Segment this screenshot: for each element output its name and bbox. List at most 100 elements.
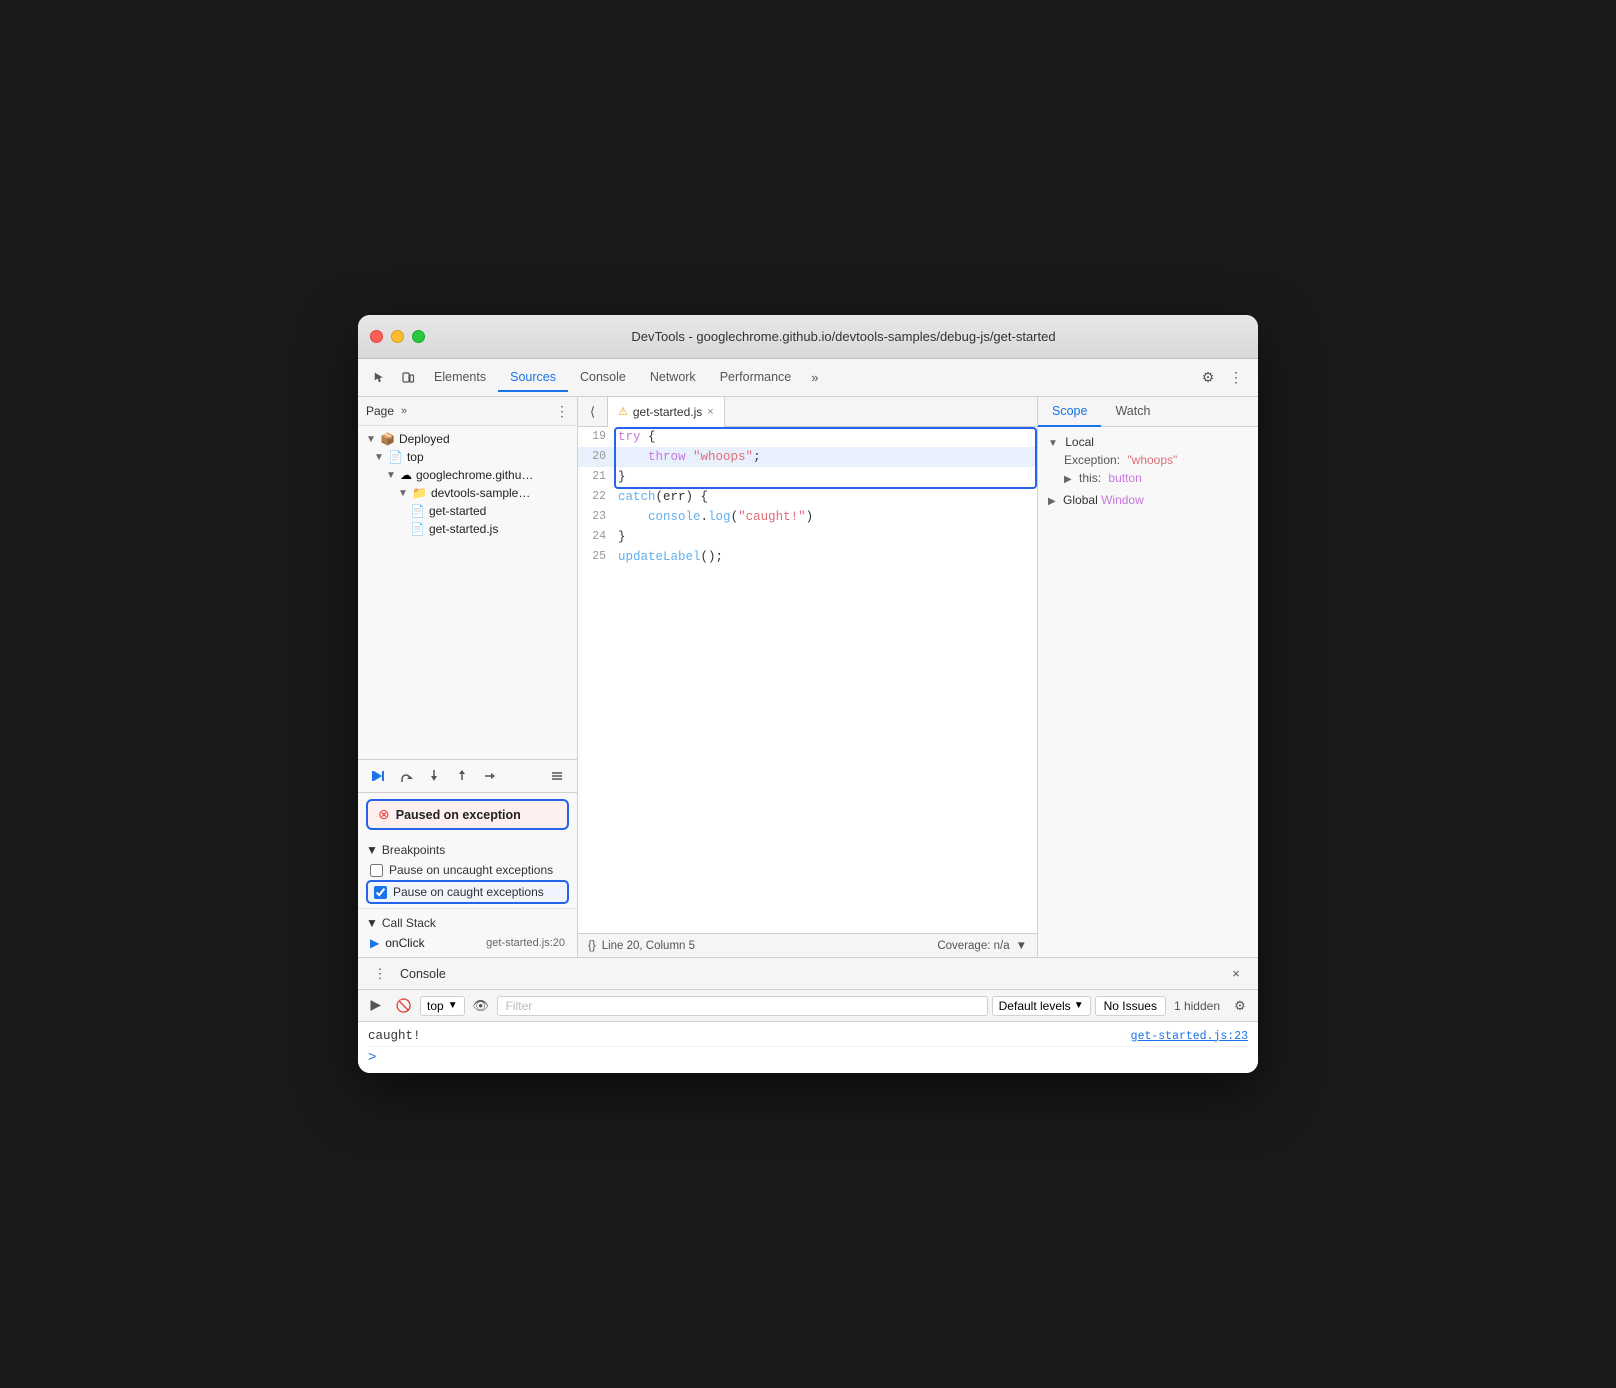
step-over-btn[interactable] — [394, 764, 418, 788]
tree-item-get-started[interactable]: 📄 get-started — [358, 502, 577, 520]
console-settings-icon[interactable]: ⚙ — [1228, 994, 1252, 1018]
callstack-label: Call Stack — [382, 916, 436, 930]
tree-item-devtools-samples[interactable]: ▼ 📁 devtools-sample… — [358, 484, 577, 502]
code-line-24: 24 } — [578, 527, 1037, 547]
line-code-24: } — [614, 527, 626, 547]
settings-icon[interactable]: ⚙ — [1194, 364, 1222, 392]
local-label: Local — [1065, 435, 1094, 449]
left-sidebar: Page » ⋮ ▼ 📦 Deployed ▼ 📄 top — [358, 397, 578, 957]
log-loc-caught[interactable]: get-started.js:23 — [1131, 1030, 1248, 1043]
code-line-21: 21 } — [578, 467, 1037, 487]
console-context-dropdown[interactable]: top ▼ — [420, 996, 465, 1016]
console-menu-icon[interactable]: ⋮ — [368, 962, 392, 986]
step-out-btn[interactable] — [450, 764, 474, 788]
paused-on-exception-banner[interactable]: ⊗ Paused on exception — [366, 799, 569, 830]
sidebar-three-dot[interactable]: ⋮ — [555, 403, 569, 420]
console-no-issues-btn[interactable]: No Issues — [1095, 996, 1166, 1016]
console-eye-icon[interactable]: 👁 — [469, 994, 493, 1018]
tab-scope[interactable]: Scope — [1038, 397, 1101, 427]
console-hidden-count: 1 hidden — [1170, 999, 1224, 1013]
callstack-item-onclick[interactable]: ▶ onClick get-started.js:20 — [366, 933, 569, 953]
console-filter-input[interactable]: Filter — [497, 996, 988, 1016]
close-button[interactable] — [370, 330, 383, 343]
tab-network[interactable]: Network — [638, 364, 708, 392]
sidebar-page-header: Page » ⋮ — [358, 397, 577, 426]
window-title: DevTools - googlechrome.github.io/devtoo… — [441, 329, 1246, 344]
more-options-icon[interactable]: ⋮ — [1222, 364, 1250, 392]
resume-btn[interactable] — [366, 764, 390, 788]
tab-sources[interactable]: Sources — [498, 364, 568, 392]
traffic-lights — [370, 330, 425, 343]
tab-performance[interactable]: Performance — [708, 364, 804, 392]
tab-console[interactable]: Console — [568, 364, 638, 392]
console-levels-dropdown[interactable]: Default levels ▼ — [992, 996, 1091, 1016]
minimize-button[interactable] — [391, 330, 404, 343]
coverage-dropdown-icon[interactable]: ▼ — [1016, 940, 1027, 952]
tree-item-top[interactable]: ▼ 📄 top — [358, 448, 577, 466]
console-log-caught: caught! get-started.js:23 — [368, 1026, 1248, 1047]
code-line-25: 25 updateLabel(); — [578, 547, 1037, 567]
file-tree: ▼ 📦 Deployed ▼ 📄 top ▼ ☁ googlechrome.gi… — [358, 426, 577, 759]
maximize-button[interactable] — [412, 330, 425, 343]
callstack-section: ▼ Call Stack ▶ onClick get-started.js:20 — [358, 908, 577, 957]
pause-caught-checkbox[interactable] — [374, 886, 387, 899]
step-btn[interactable] — [478, 764, 502, 788]
device-icon[interactable] — [394, 364, 422, 392]
scope-section: ▼ Local Exception: "whoops" ▶ this: butt… — [1038, 427, 1258, 515]
inspect-icon[interactable] — [366, 364, 394, 392]
tree-item-get-started-js[interactable]: 📄 get-started.js — [358, 520, 577, 538]
tree-item-googlechrome[interactable]: ▼ ☁ googlechrome.githu… — [358, 466, 577, 484]
console-block-icon[interactable]: 🚫 — [392, 994, 416, 1018]
console-prompt[interactable]: > — [368, 1047, 1248, 1069]
scope-this-item[interactable]: ▶ this: button — [1048, 469, 1248, 487]
debugger-toolbar — [358, 760, 577, 793]
breakpoints-header[interactable]: ▼ Breakpoints — [366, 840, 569, 860]
source-tab-label: get-started.js — [633, 405, 702, 419]
page-label: Page — [366, 404, 394, 418]
tree-arrow-devtools: ▼ — [398, 488, 408, 499]
console-close-btn[interactable]: × — [1224, 962, 1248, 986]
callstack-header[interactable]: ▼ Call Stack — [366, 913, 569, 933]
tab-watch[interactable]: Watch — [1101, 397, 1164, 427]
console-area: ⋮ Console × 🚫 top ▼ 👁 Filter Default lev… — [358, 957, 1258, 1073]
source-area: ⟨ ⚠ get-started.js × 19 try { 20 — [578, 397, 1038, 957]
dropdown-arrow-icon: ▼ — [448, 1000, 458, 1011]
scope-exception-item: Exception: "whoops" — [1048, 451, 1248, 469]
this-key: this: — [1079, 471, 1101, 485]
pause-caught-row: Pause on caught exceptions — [366, 880, 569, 904]
callstack-func-name: onClick — [385, 936, 480, 950]
global-label: Global — [1063, 493, 1098, 507]
position-label: Line 20, Column 5 — [602, 940, 695, 952]
line-code-20: throw "whoops"; — [614, 447, 761, 467]
code-line-19: 19 try { — [578, 427, 1037, 447]
step-into-btn[interactable] — [422, 764, 446, 788]
levels-arrow-icon: ▼ — [1074, 1000, 1084, 1011]
format-icon[interactable]: {} — [588, 940, 596, 952]
scope-local-header[interactable]: ▼ Local — [1048, 433, 1248, 451]
deactivate-breakpoints-btn[interactable] — [545, 764, 569, 788]
debugger-section: ⊗ Paused on exception ▼ Breakpoints Paus… — [358, 759, 577, 957]
status-bar: {} Line 20, Column 5 Coverage: n/a ▼ — [578, 933, 1037, 957]
tree-label-get-started: get-started — [429, 504, 486, 518]
right-panel: Scope Watch ▼ Local Exception: "whoops" … — [1038, 397, 1258, 957]
titlebar: DevTools - googlechrome.github.io/devtoo… — [358, 315, 1258, 359]
tree-arrow-googlechrome: ▼ — [386, 470, 396, 481]
scope-global-header[interactable]: ▶ Global Window — [1048, 491, 1248, 509]
console-run-icon[interactable] — [364, 994, 388, 1018]
sidebar-more-btn[interactable]: » — [394, 401, 414, 421]
tree-item-deployed[interactable]: ▼ 📦 Deployed — [358, 430, 577, 448]
source-tab-close-icon[interactable]: × — [707, 406, 713, 418]
pause-uncaught-label: Pause on uncaught exceptions — [389, 863, 553, 877]
line-code-23: console.log("caught!") — [614, 507, 813, 527]
more-tabs-icon[interactable]: » — [803, 370, 826, 385]
go-back-btn[interactable]: ⟨ — [578, 397, 608, 427]
log-text-caught: caught! — [368, 1029, 421, 1043]
line-num-20: 20 — [578, 447, 614, 467]
pause-uncaught-checkbox[interactable] — [370, 864, 383, 877]
devtools-window: DevTools - googlechrome.github.io/devtoo… — [358, 315, 1258, 1073]
source-tab-active[interactable]: ⚠ get-started.js × — [608, 397, 725, 427]
tab-elements[interactable]: Elements — [422, 364, 498, 392]
exception-key: Exception: — [1064, 453, 1120, 467]
global-value: Window — [1101, 493, 1144, 507]
line-code-22: catch(err) { — [614, 487, 708, 507]
